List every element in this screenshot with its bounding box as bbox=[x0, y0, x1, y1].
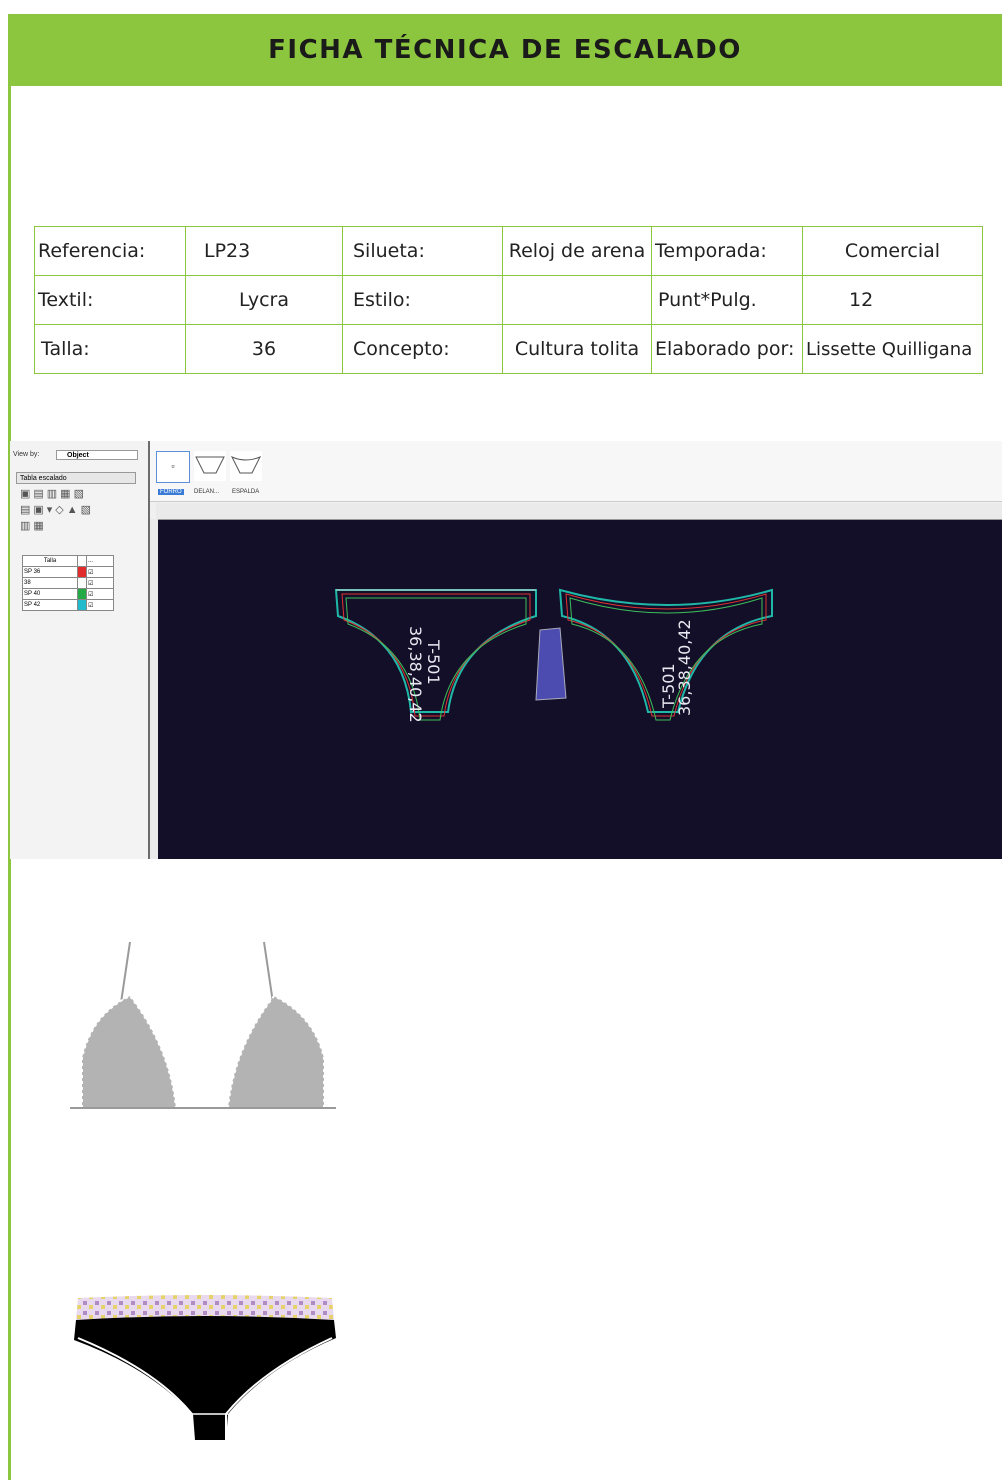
header-bar: FICHA TÉCNICA DE ESCALADO bbox=[8, 14, 1002, 86]
front-piece-sizes: 36,38,40,42 bbox=[406, 626, 425, 723]
bikini-bottom-illustration bbox=[74, 1295, 336, 1441]
value-estilo bbox=[502, 275, 652, 325]
size-color-swatch bbox=[77, 599, 87, 611]
table-row: Talla: 36 Concepto: Cultura tolita Elabo… bbox=[34, 324, 983, 374]
size-check-icon[interactable]: ☑ bbox=[86, 599, 114, 611]
size-header: Talla bbox=[22, 555, 78, 567]
pattern-software-screenshot: View by: Object Tabla escalado ▣▤▥▦▧ ▤▣▾… bbox=[10, 441, 1002, 859]
value-referencia: LP23 bbox=[185, 226, 343, 276]
label-puntadas: Punt*Pulg. bbox=[651, 275, 803, 325]
panel-title: Tabla escalado bbox=[16, 472, 136, 484]
size-name: SP 40 bbox=[22, 588, 78, 600]
bottom-back-icon bbox=[230, 456, 262, 474]
bottom-front-icon bbox=[195, 456, 225, 474]
toolbar-row-3[interactable]: ▥▦ bbox=[20, 519, 47, 532]
label-concepto: Concepto: bbox=[342, 324, 503, 374]
value-textil: Lycra bbox=[185, 275, 343, 325]
label-talla: Talla: bbox=[34, 324, 186, 374]
bikini-top-illustration bbox=[70, 941, 336, 1109]
piece-thumbnail-bar: ▫ FORRO DELAN... ESPALDA bbox=[150, 441, 1002, 502]
front-piece-code: T-501 bbox=[424, 640, 443, 685]
toolbar-row-1[interactable]: ▣▤▥▦▧ bbox=[20, 487, 87, 500]
size-color-swatch bbox=[77, 577, 87, 589]
table-row: Textil: Lycra Estilo: Punt*Pulg. 12 bbox=[34, 275, 983, 325]
piece-thumb-delantero[interactable] bbox=[194, 451, 226, 481]
size-row[interactable]: SP 40 ☑ bbox=[22, 588, 114, 600]
value-concepto: Cultura tolita bbox=[502, 324, 652, 374]
view-by-select[interactable]: Object bbox=[56, 450, 138, 460]
value-puntadas: 12 bbox=[802, 275, 983, 325]
size-name: SP 42 bbox=[22, 599, 78, 611]
size-color-swatch bbox=[77, 588, 87, 600]
value-silueta: Reloj de arena bbox=[502, 226, 652, 276]
size-row[interactable]: 38 ☑ bbox=[22, 577, 114, 589]
spec-info-table: Referencia: LP23 Silueta: Reloj de arena… bbox=[34, 226, 983, 374]
value-talla: 36 bbox=[185, 324, 343, 374]
horizontal-ruler bbox=[156, 503, 1002, 520]
toolbar-row-2[interactable]: ▤▣▾◇▲▧ bbox=[20, 503, 94, 516]
pattern-pieces bbox=[334, 588, 773, 721]
grading-panel: View by: Object Tabla escalado ▣▤▥▦▧ ▤▣▾… bbox=[10, 441, 150, 859]
size-row[interactable]: SP 42 ☑ bbox=[22, 599, 114, 611]
label-estilo: Estilo: bbox=[342, 275, 503, 325]
size-name: SP 36 bbox=[22, 566, 78, 578]
size-table: Talla ... SP 36 ☑ 38 ☑ SP 40 ☑ SP 42 ☑ bbox=[22, 555, 114, 611]
size-name: 38 bbox=[22, 577, 78, 589]
size-header-extra: ... bbox=[86, 555, 114, 567]
size-row[interactable]: SP 36 ☑ bbox=[22, 566, 114, 578]
size-header-color bbox=[77, 555, 87, 567]
thumb-label: ESPALDA bbox=[232, 489, 260, 495]
pattern-canvas[interactable]: T-501 36,38,40,42 T-501 36,38,40,42 bbox=[158, 520, 1002, 859]
gusset-pattern-piece bbox=[535, 627, 567, 701]
table-row: Referencia: LP23 Silueta: Reloj de arena… bbox=[34, 226, 983, 276]
value-elaborado: Lissette Quilligana bbox=[802, 324, 983, 374]
label-temporada: Temporada: bbox=[651, 226, 803, 276]
label-textil: Textil: bbox=[34, 275, 186, 325]
size-check-icon[interactable]: ☑ bbox=[86, 588, 114, 600]
piece-thumb-espalda[interactable] bbox=[230, 451, 262, 481]
back-piece-sizes: 36,38,40,42 bbox=[675, 619, 694, 716]
label-referencia: Referencia: bbox=[34, 226, 186, 276]
page-title: FICHA TÉCNICA DE ESCALADO bbox=[268, 35, 742, 65]
value-temporada: Comercial bbox=[802, 226, 983, 276]
view-by-label: View by: bbox=[13, 451, 40, 458]
thumb-label: FORRO bbox=[158, 489, 184, 495]
label-silueta: Silueta: bbox=[342, 226, 503, 276]
thumb-label: DELAN... bbox=[194, 489, 220, 495]
size-check-icon[interactable]: ☑ bbox=[86, 577, 114, 589]
label-elaborado: Elaborado por: bbox=[651, 324, 803, 374]
size-check-icon[interactable]: ☑ bbox=[86, 566, 114, 578]
piece-thumb-forro[interactable]: ▫ bbox=[156, 451, 190, 483]
size-color-swatch bbox=[77, 566, 87, 578]
